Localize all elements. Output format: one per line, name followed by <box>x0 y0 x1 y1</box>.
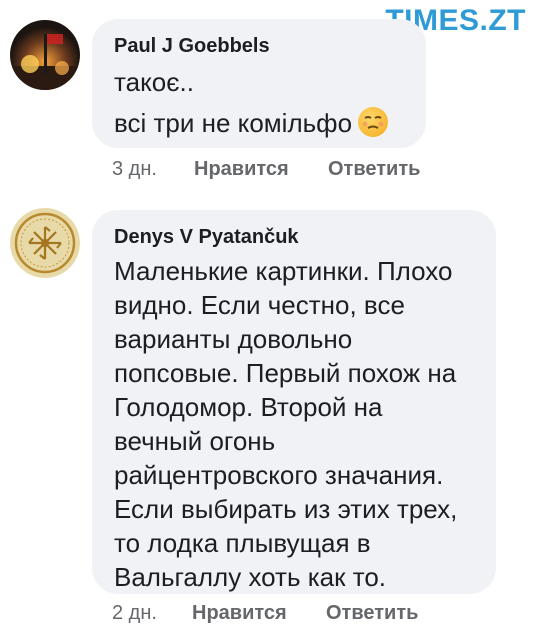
comment-text-line: вечный огонь <box>114 426 276 456</box>
comment-text-line: Если выбирать из этих трех, <box>114 494 458 524</box>
comment-text-line: такоє.. <box>114 67 194 97</box>
comment-text-line: Голодомор. Второй на <box>114 392 383 422</box>
comment-text-line: видно. Если честно, все <box>114 290 405 320</box>
comment-bubble: Denys V Pyatančuk Маленькие картинки. Пл… <box>92 210 496 594</box>
reply-button[interactable]: Ответить <box>328 158 420 181</box>
like-button[interactable]: Нравится <box>194 158 289 181</box>
unamused-face-icon <box>358 107 389 137</box>
avatar[interactable] <box>10 20 80 90</box>
comment-text-line: Маленькие картинки. Плохо <box>114 256 453 286</box>
comment-text: всі три не комільфо <box>114 108 353 138</box>
comment-text-line: Вальгаллу хоть как то. <box>114 562 387 592</box>
reply-button[interactable]: Ответить <box>326 602 418 625</box>
avatar-photo-icon <box>10 20 80 90</box>
comment-author[interactable]: Denys V Pyatančuk <box>114 226 299 249</box>
comment-actions: 3 дн. Нравится Ответить <box>112 158 472 182</box>
comment-timestamp[interactable]: 3 дн. <box>112 158 157 181</box>
comment-text-line: то лодка плывущая в <box>114 528 371 558</box>
comment-text-line: райцентровского значания. <box>114 460 444 490</box>
comment-text-line-with-emoji: всі три не комільфо <box>114 107 389 139</box>
comment-text-line: варианты довольно <box>114 324 353 354</box>
comment-author[interactable]: Paul J Goebbels <box>114 35 270 58</box>
comment-bubble: Paul J Goebbels такоє.. всі три не коміл… <box>92 19 426 148</box>
like-button[interactable]: Нравится <box>192 602 287 625</box>
avatar-emblem-icon <box>10 208 80 278</box>
avatar[interactable] <box>10 208 80 278</box>
comment-text-line: попсовые. Первый похож на <box>114 358 457 388</box>
comment-timestamp[interactable]: 2 дн. <box>112 602 157 625</box>
comment-actions: 2 дн. Нравится Ответить <box>112 602 472 626</box>
